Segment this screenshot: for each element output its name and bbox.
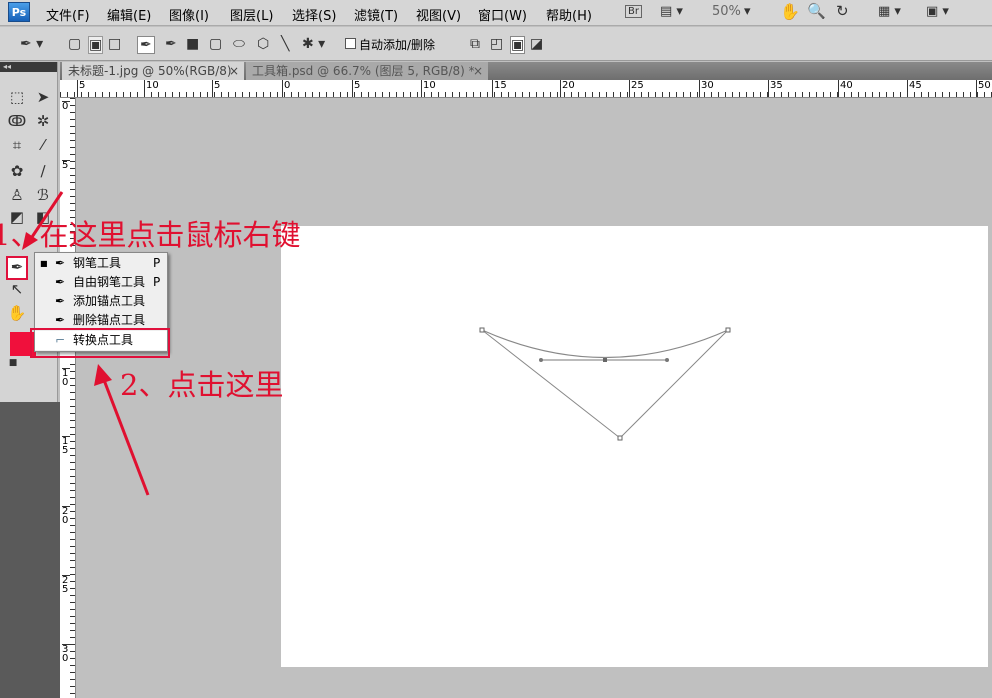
menu-item-pen-tool[interactable]: ■ ✒ 钢笔工具 P: [35, 254, 167, 273]
annotation-step-1: 1、在这里点击鼠标右键: [0, 218, 301, 252]
annotation-step-2: 2、点击这里: [120, 368, 284, 402]
add-anchor-icon: ✒: [55, 294, 66, 308]
menu-item-freeform-pen-tool[interactable]: ✒ 自由钢笔工具 P: [35, 273, 167, 292]
straight-path-segments: [481, 329, 729, 439]
anchor-point: [479, 327, 485, 333]
freeform-pen-icon: ✒: [55, 275, 66, 289]
anchor-point: [617, 435, 623, 441]
handle-point: [665, 358, 669, 362]
handle-point: [539, 358, 543, 362]
arrow-2-head: [94, 364, 112, 386]
anchor-point: [603, 358, 607, 362]
curved-path-segment: [481, 329, 729, 359]
pen-icon: ✒: [55, 256, 66, 270]
anchor-point: [725, 327, 731, 333]
highlight-box-convert-point: [30, 328, 170, 358]
menu-item-add-anchor-tool[interactable]: ✒ 添加锚点工具: [35, 292, 167, 311]
